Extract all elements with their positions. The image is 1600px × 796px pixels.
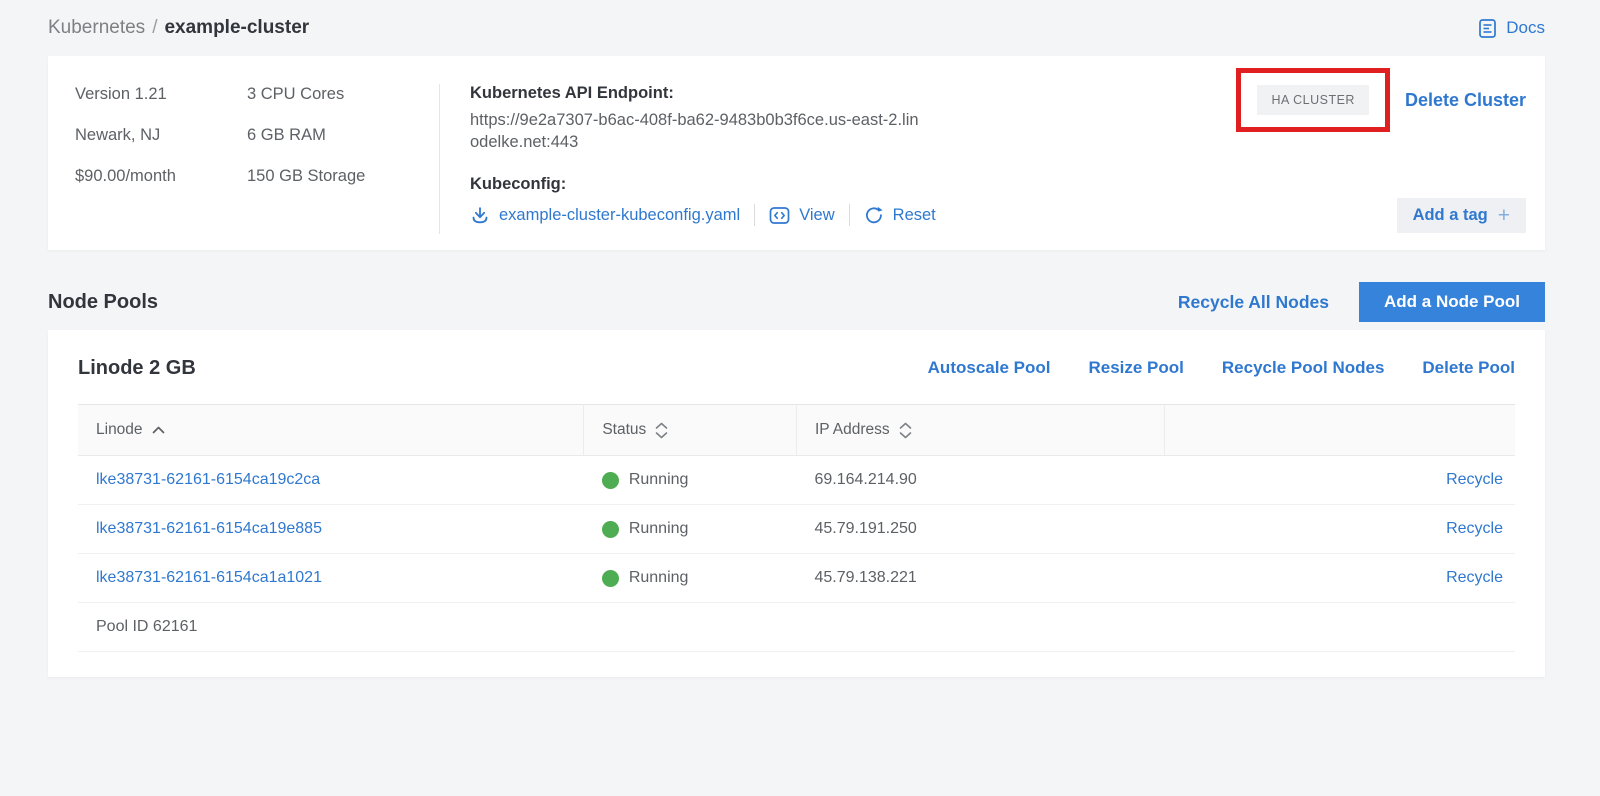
summary-right-row: HA CLUSTER Delete Cluster: [1236, 68, 1526, 132]
annotation-highlight-box: HA CLUSTER: [1236, 68, 1390, 132]
kubeconfig-divider-1: [754, 204, 755, 226]
pool-head: Linode 2 GB Autoscale Pool Resize Pool R…: [78, 353, 1515, 383]
cluster-storage: 150 GB Storage: [247, 164, 429, 188]
node-row: lke38731-62161-6154ca1a1021 Running 45.7…: [78, 554, 1515, 603]
cluster-summary-card: Version 1.21 Newark, NJ $90.00/month 3 C…: [48, 56, 1545, 250]
kubeconfig-download-link[interactable]: example-cluster-kubeconfig.yaml: [470, 205, 740, 225]
kubeconfig-label: Kubeconfig:: [470, 173, 956, 195]
pool-id: Pool ID 62161: [78, 603, 1515, 652]
recycle-node-button[interactable]: Recycle: [1446, 569, 1503, 586]
node-row: lke38731-62161-6154ca19e885 Running 45.7…: [78, 505, 1515, 554]
docs-label: Docs: [1506, 18, 1545, 38]
top-bar: Kubernetes / example-cluster Docs: [48, 0, 1545, 56]
kubeconfig-view-link[interactable]: View: [769, 206, 834, 225]
code-view-icon: [769, 206, 790, 225]
kubeconfig-filename: example-cluster-kubeconfig.yaml: [499, 206, 740, 225]
ip-column-label: IP Address: [815, 421, 890, 439]
recycle-node-button[interactable]: Recycle: [1446, 471, 1503, 488]
cluster-cpu: 3 CPU Cores: [247, 82, 429, 106]
sort-asc-icon: [152, 426, 165, 434]
column-header-linode[interactable]: Linode: [78, 405, 584, 456]
column-header-ip[interactable]: IP Address: [796, 405, 1164, 456]
download-icon: [470, 205, 490, 225]
node-link[interactable]: lke38731-62161-6154ca19c2ca: [96, 471, 320, 488]
column-header-status[interactable]: Status: [584, 405, 797, 456]
status-label: Running: [629, 520, 689, 538]
autoscale-pool-button[interactable]: Autoscale Pool: [928, 358, 1051, 378]
breadcrumb-separator: /: [152, 17, 157, 39]
api-endpoint-label: Kubernetes API Endpoint:: [470, 82, 956, 104]
column-header-actions: [1164, 405, 1515, 456]
breadcrumb: Kubernetes / example-cluster: [48, 17, 309, 39]
add-node-pool-button[interactable]: Add a Node Pool: [1359, 282, 1545, 322]
breadcrumb-kubernetes[interactable]: Kubernetes: [48, 17, 145, 39]
resize-pool-button[interactable]: Resize Pool: [1088, 358, 1183, 378]
cluster-region: Newark, NJ: [75, 123, 247, 147]
nodes-table-header-row: Linode Status: [78, 405, 1515, 456]
running-status-icon: [602, 570, 619, 587]
node-ip: 69.164.214.90: [796, 456, 1164, 505]
add-tag-label: Add a tag: [1413, 206, 1488, 225]
plus-icon: +: [1498, 207, 1510, 225]
docs-link[interactable]: Docs: [1477, 18, 1545, 39]
sort-both-icon: [899, 422, 912, 439]
summary-divider: [439, 84, 440, 234]
endpoint-block: Kubernetes API Endpoint: https://9e2a730…: [470, 82, 956, 250]
linode-column-label: Linode: [96, 421, 143, 439]
reset-label: Reset: [893, 206, 936, 225]
ha-cluster-badge: HA CLUSTER: [1257, 85, 1369, 115]
status-label: Running: [629, 471, 689, 489]
cluster-version: Version 1.21: [75, 82, 247, 106]
node-link[interactable]: lke38731-62161-6154ca19e885: [96, 520, 322, 537]
node-pools-actions: Recycle All Nodes Add a Node Pool: [1178, 282, 1545, 322]
pool-id-row: Pool ID 62161: [78, 603, 1515, 652]
recycle-node-button[interactable]: Recycle: [1446, 520, 1503, 537]
node-row: lke38731-62161-6154ca19c2ca Running 69.1…: [78, 456, 1515, 505]
page: Kubernetes / example-cluster Docs Versio…: [0, 0, 1600, 677]
kubeconfig-reset-link[interactable]: Reset: [864, 205, 936, 225]
cluster-price: $90.00/month: [75, 164, 247, 188]
node-ip: 45.79.191.250: [796, 505, 1164, 554]
running-status-icon: [602, 472, 619, 489]
status-column-label: Status: [602, 421, 646, 439]
recycle-pool-nodes-button[interactable]: Recycle Pool Nodes: [1222, 358, 1385, 378]
running-status-icon: [602, 521, 619, 538]
docs-icon: [1477, 18, 1498, 39]
nodes-table: Linode Status: [78, 404, 1515, 652]
kubeconfig-divider-2: [849, 204, 850, 226]
status-label: Running: [629, 569, 689, 587]
add-tag-button[interactable]: Add a tag +: [1397, 198, 1526, 233]
delete-pool-button[interactable]: Delete Pool: [1422, 358, 1515, 378]
pool-actions: Autoscale Pool Resize Pool Recycle Pool …: [928, 358, 1515, 378]
recycle-all-nodes-button[interactable]: Recycle All Nodes: [1178, 292, 1329, 313]
node-ip: 45.79.138.221: [796, 554, 1164, 603]
pool-name: Linode 2 GB: [78, 357, 196, 380]
node-pool-card: Linode 2 GB Autoscale Pool Resize Pool R…: [48, 330, 1545, 677]
breadcrumb-cluster-name: example-cluster: [164, 17, 309, 39]
kubeconfig-row: example-cluster-kubeconfig.yaml View: [470, 204, 956, 226]
cluster-ram: 6 GB RAM: [247, 123, 429, 147]
node-pools-title: Node Pools: [48, 291, 158, 314]
cluster-specs-right: 3 CPU Cores 6 GB RAM 150 GB Storage: [247, 82, 429, 250]
node-pools-header: Node Pools Recycle All Nodes Add a Node …: [48, 282, 1545, 322]
sort-both-icon: [655, 422, 668, 439]
delete-cluster-button[interactable]: Delete Cluster: [1405, 90, 1526, 111]
cluster-specs-left: Version 1.21 Newark, NJ $90.00/month: [75, 82, 247, 250]
reset-icon: [864, 205, 884, 225]
api-endpoint-url: https://9e2a7307-b6ac-408f-ba62-9483b0b3…: [470, 110, 922, 153]
node-status: Running: [602, 569, 797, 587]
node-status: Running: [602, 520, 797, 538]
view-label: View: [799, 206, 834, 225]
summary-right-block: HA CLUSTER Delete Cluster Add a tag +: [1236, 68, 1526, 250]
node-link[interactable]: lke38731-62161-6154ca1a1021: [96, 569, 322, 586]
node-status: Running: [602, 471, 797, 489]
